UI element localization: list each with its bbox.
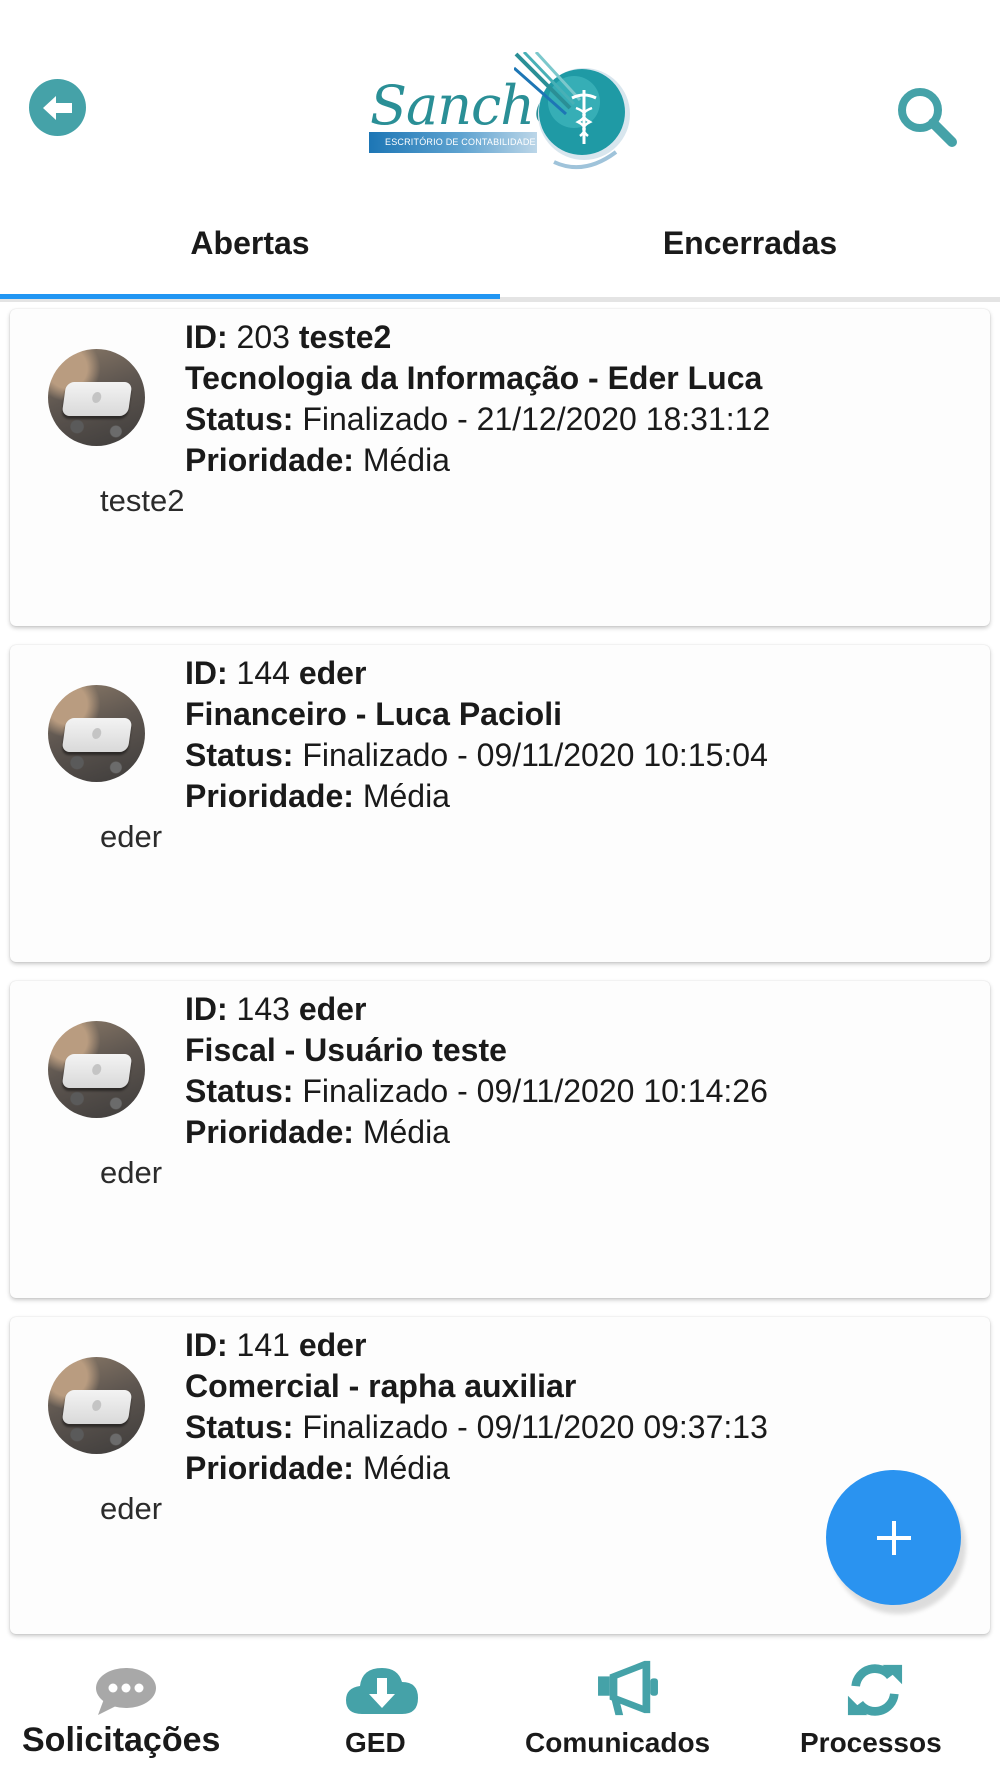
- ticket-priority: Média: [362, 1114, 450, 1150]
- megaphone-icon: [598, 1660, 658, 1716]
- ticket-priority-line: Prioridade: Média: [185, 1112, 975, 1153]
- active-tab-indicator: [0, 294, 500, 299]
- ticket-card[interactable]: ID: 141 eder Comercial - rapha auxiliar …: [10, 1317, 990, 1634]
- avatar: [48, 1021, 145, 1118]
- avatar: [48, 1357, 145, 1454]
- ticket-priority-line: Prioridade: Média: [185, 776, 975, 817]
- nav-label: Comunicados: [525, 1727, 711, 1758]
- ticket-id: 144: [236, 655, 290, 691]
- priority-label: Prioridade:: [185, 1450, 354, 1486]
- ticket-list[interactable]: ID: 203 teste2 Tecnologia da Informação …: [0, 307, 1000, 1641]
- nav-item-processos[interactable]: Processos: [790, 1641, 960, 1778]
- ticket-id-line: ID: 141 eder: [185, 1325, 975, 1366]
- ticket-priority: Média: [362, 1450, 450, 1486]
- ticket-priority: Média: [362, 442, 450, 478]
- app: Sanches ESCRITÓRIO DE CONTABILIDADE Aber…: [0, 0, 1000, 1778]
- avatar: [48, 685, 145, 782]
- tab-encerradas[interactable]: Encerradas: [500, 190, 1000, 297]
- tab-bar: Abertas Encerradas: [0, 190, 1000, 302]
- ticket-user: teste2: [298, 319, 392, 355]
- status-label: Status:: [185, 737, 294, 773]
- ticket-department-line: Financeiro - Luca Pacioli: [185, 694, 975, 735]
- chat-bubble-icon: [96, 1668, 156, 1715]
- avatar: [48, 349, 145, 446]
- ticket-id-line: ID: 143 eder: [185, 989, 975, 1030]
- id-label: ID:: [185, 991, 228, 1027]
- ticket-department: Comercial - rapha auxiliar: [185, 1368, 577, 1404]
- ticket-department-line: Comercial - rapha auxiliar: [185, 1366, 975, 1407]
- status-label: Status:: [185, 1073, 294, 1109]
- id-label: ID:: [185, 319, 228, 355]
- ticket-department-line: Tecnologia da Informação - Eder Luca: [185, 358, 975, 399]
- id-label: ID:: [185, 655, 228, 691]
- ticket-card[interactable]: ID: 144 eder Financeiro - Luca Pacioli S…: [10, 645, 990, 962]
- ticket-priority: Média: [362, 778, 450, 814]
- logo-band: ESCRITÓRIO DE CONTABILIDADE: [369, 132, 537, 153]
- logo-emblem-icon: [514, 52, 630, 170]
- ticket-user: eder: [298, 1327, 367, 1363]
- app-header: Sanches ESCRITÓRIO DE CONTABILIDADE: [0, 0, 1000, 190]
- ticket-status: Finalizado - 21/12/2020 18:31:12: [302, 401, 771, 437]
- ticket-department-line: Fiscal - Usuário teste: [185, 1030, 975, 1071]
- plus-icon: [876, 1520, 911, 1555]
- ticket-status-line: Status: Finalizado - 09/11/2020 10:15:04: [185, 735, 975, 776]
- ticket-user: eder: [298, 655, 367, 691]
- search-icon: [898, 88, 957, 147]
- back-button[interactable]: [29, 79, 86, 136]
- ticket-card[interactable]: ID: 143 eder Fiscal - Usuário teste Stat…: [10, 981, 990, 1298]
- ticket-description: eder: [100, 1491, 163, 1526]
- ticket-id: 143: [236, 991, 290, 1027]
- ticket-id-line: ID: 144 eder: [185, 653, 975, 694]
- ticket-description: eder: [100, 819, 163, 854]
- nav-label: Solicitações: [22, 1721, 221, 1759]
- cloud-download-icon: [346, 1668, 418, 1714]
- nav-label: Processos: [800, 1727, 942, 1758]
- nav-label: GED: [345, 1727, 406, 1758]
- priority-label: Prioridade:: [185, 442, 354, 478]
- ticket-status-line: Status: Finalizado - 09/11/2020 09:37:13: [185, 1407, 975, 1448]
- priority-label: Prioridade:: [185, 1114, 354, 1150]
- ticket-id: 141: [236, 1327, 290, 1363]
- nav-item-ged[interactable]: GED: [300, 1641, 450, 1778]
- search-button[interactable]: [894, 84, 960, 150]
- bottom-navigation: Solicitações GED Comunicados Processos: [0, 1641, 1000, 1778]
- ticket-description: eder: [100, 1155, 163, 1190]
- ticket-id-line: ID: 203 teste2: [185, 317, 975, 358]
- ticket-description: teste2: [100, 483, 185, 518]
- company-logo: Sanches ESCRITÓRIO DE CONTABILIDADE: [364, 52, 630, 178]
- priority-label: Prioridade:: [185, 778, 354, 814]
- status-label: Status:: [185, 1409, 294, 1445]
- ticket-user: eder: [298, 991, 367, 1027]
- ticket-status: Finalizado - 09/11/2020 10:14:26: [302, 1073, 768, 1109]
- ticket-priority-line: Prioridade: Média: [185, 440, 975, 481]
- ticket-status: Finalizado - 09/11/2020 10:15:04: [302, 737, 768, 773]
- status-label: Status:: [185, 401, 294, 437]
- ticket-status-line: Status: Finalizado - 09/11/2020 10:14:26: [185, 1071, 975, 1112]
- nav-item-solicitacoes[interactable]: Solicitações: [10, 1641, 240, 1778]
- ticket-id: 203: [236, 319, 290, 355]
- ticket-department: Financeiro - Luca Pacioli: [185, 696, 562, 732]
- id-label: ID:: [185, 1327, 228, 1363]
- ticket-status-line: Status: Finalizado - 21/12/2020 18:31:12: [185, 399, 975, 440]
- ticket-department: Fiscal - Usuário teste: [185, 1032, 507, 1068]
- ticket-card[interactable]: ID: 203 teste2 Tecnologia da Informação …: [10, 309, 990, 626]
- refresh-icon: [847, 1664, 903, 1716]
- tab-abertas[interactable]: Abertas: [0, 190, 500, 297]
- ticket-department: Tecnologia da Informação - Eder Luca: [185, 360, 763, 396]
- arrow-left-icon: [42, 95, 72, 120]
- add-ticket-button[interactable]: [826, 1470, 961, 1605]
- ticket-status: Finalizado - 09/11/2020 09:37:13: [302, 1409, 768, 1445]
- nav-item-comunicados[interactable]: Comunicados: [520, 1641, 730, 1778]
